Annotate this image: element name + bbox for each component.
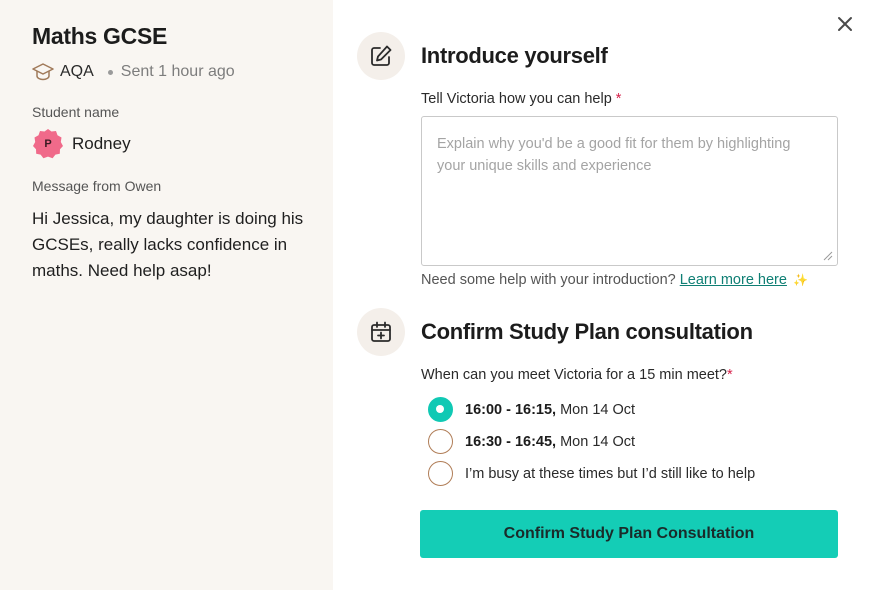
- intro-label-text: Tell Victoria how you can help: [421, 91, 612, 107]
- intro-field-label: Tell Victoria how you can help *: [421, 91, 621, 107]
- graduation-cap-icon: [32, 63, 54, 81]
- separator-dot: [107, 69, 113, 75]
- radio-button-selected[interactable]: [428, 397, 453, 422]
- time-option-1[interactable]: 16:00 - 16:15, Mon 14 Oct: [428, 397, 635, 422]
- radio-button[interactable]: [428, 429, 453, 454]
- consultation-question-text: When can you meet Victoria for a 15 min …: [421, 367, 727, 383]
- confirm-consultation-button[interactable]: Confirm Study Plan Consultation: [420, 510, 838, 558]
- sparkle-icon: ✨: [792, 273, 808, 287]
- radio-button[interactable]: [428, 461, 453, 486]
- help-text: Need some help with your introduction?: [421, 272, 676, 288]
- option-date: Mon 14 Oct: [560, 401, 636, 418]
- request-meta: AQA Sent 1 hour ago: [32, 62, 235, 82]
- exam-board: AQA: [60, 63, 94, 80]
- calendar-plus-icon: [357, 308, 405, 356]
- consultation-title: Confirm Study Plan consultation: [421, 319, 753, 344]
- learn-more-link[interactable]: Learn more here: [680, 272, 787, 288]
- introduce-title: Introduce yourself: [421, 43, 608, 68]
- introduction-textarea[interactable]: [421, 116, 838, 266]
- option-text: I’m busy at these times but I’d still li…: [465, 465, 756, 482]
- edit-pencil-icon: [357, 32, 405, 80]
- help-row: Need some help with your introduction? L…: [421, 272, 808, 288]
- time-option-2[interactable]: 16:30 - 16:45, Mon 14 Oct: [428, 429, 635, 454]
- student-row: P Rodney: [32, 128, 131, 160]
- request-summary-panel: Maths GCSE AQA Sent 1 hour ago Student n…: [0, 0, 333, 590]
- required-mark: *: [615, 91, 622, 107]
- parent-message: Hi Jessica, my daughter is doing his GCS…: [32, 209, 304, 280]
- student-name: Rodney: [72, 134, 131, 153]
- option-date: Mon 14 Oct: [560, 433, 636, 450]
- close-icon[interactable]: [834, 13, 856, 35]
- option-time: 16:00 - 16:15,: [465, 401, 557, 418]
- subject-title: Maths GCSE: [32, 23, 168, 49]
- resize-handle-icon[interactable]: [821, 249, 833, 261]
- avatar-initial: P: [44, 138, 52, 150]
- required-mark: *: [727, 367, 733, 383]
- busy-option[interactable]: I’m busy at these times but I’d still li…: [428, 461, 755, 486]
- message-label: Message from Owen: [32, 178, 162, 194]
- option-time: 16:30 - 16:45,: [465, 433, 557, 450]
- consultation-question: When can you meet Victoria for a 15 min …: [421, 367, 733, 383]
- student-name-label: Student name: [32, 104, 120, 120]
- avatar: P: [32, 128, 64, 160]
- sent-time: Sent 1 hour ago: [120, 63, 235, 80]
